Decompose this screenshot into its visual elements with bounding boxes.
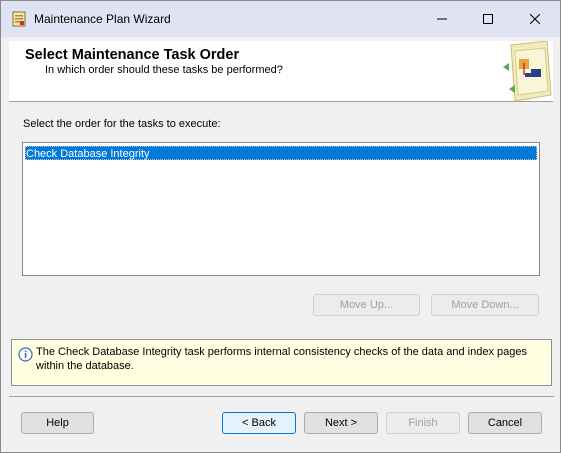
footer-divider [9,396,554,397]
help-button[interactable]: Help [21,412,94,434]
title-bar[interactable]: Maintenance Plan Wizard [1,1,560,37]
page-title: Select Maintenance Task Order [25,47,240,63]
task-description-box: The Check Database Integrity task perfor… [11,339,552,386]
move-up-button[interactable]: Move Up... [313,294,420,316]
page-subtitle: In which order should these tasks be per… [45,64,283,76]
maintenance-plan-icon [12,11,26,27]
maximize-icon [483,14,493,24]
maximize-button[interactable] [465,1,511,37]
back-button[interactable]: < Back [222,412,296,434]
list-item[interactable]: Check Database Integrity [25,146,537,160]
task-description-text: The Check Database Integrity task perfor… [36,346,527,372]
next-button[interactable]: Next > [304,412,378,434]
wizard-graphic-icon [503,41,552,102]
wizard-header: Select Maintenance Task Order In which o… [9,41,553,102]
info-icon [18,347,33,362]
move-down-button[interactable]: Move Down... [431,294,539,316]
finish-button[interactable]: Finish [386,412,460,434]
close-button[interactable] [512,1,558,37]
maintenance-plan-wizard-window: Maintenance Plan Wizard Select Maintenan… [0,0,561,453]
window-title: Maintenance Plan Wizard [34,12,171,26]
minimize-icon [437,18,447,20]
cancel-button[interactable]: Cancel [468,412,542,434]
minimize-button[interactable] [419,1,465,37]
task-order-instruction: Select the order for the tasks to execut… [23,118,221,130]
task-order-list[interactable]: Check Database Integrity [22,142,540,276]
close-icon [530,14,540,24]
